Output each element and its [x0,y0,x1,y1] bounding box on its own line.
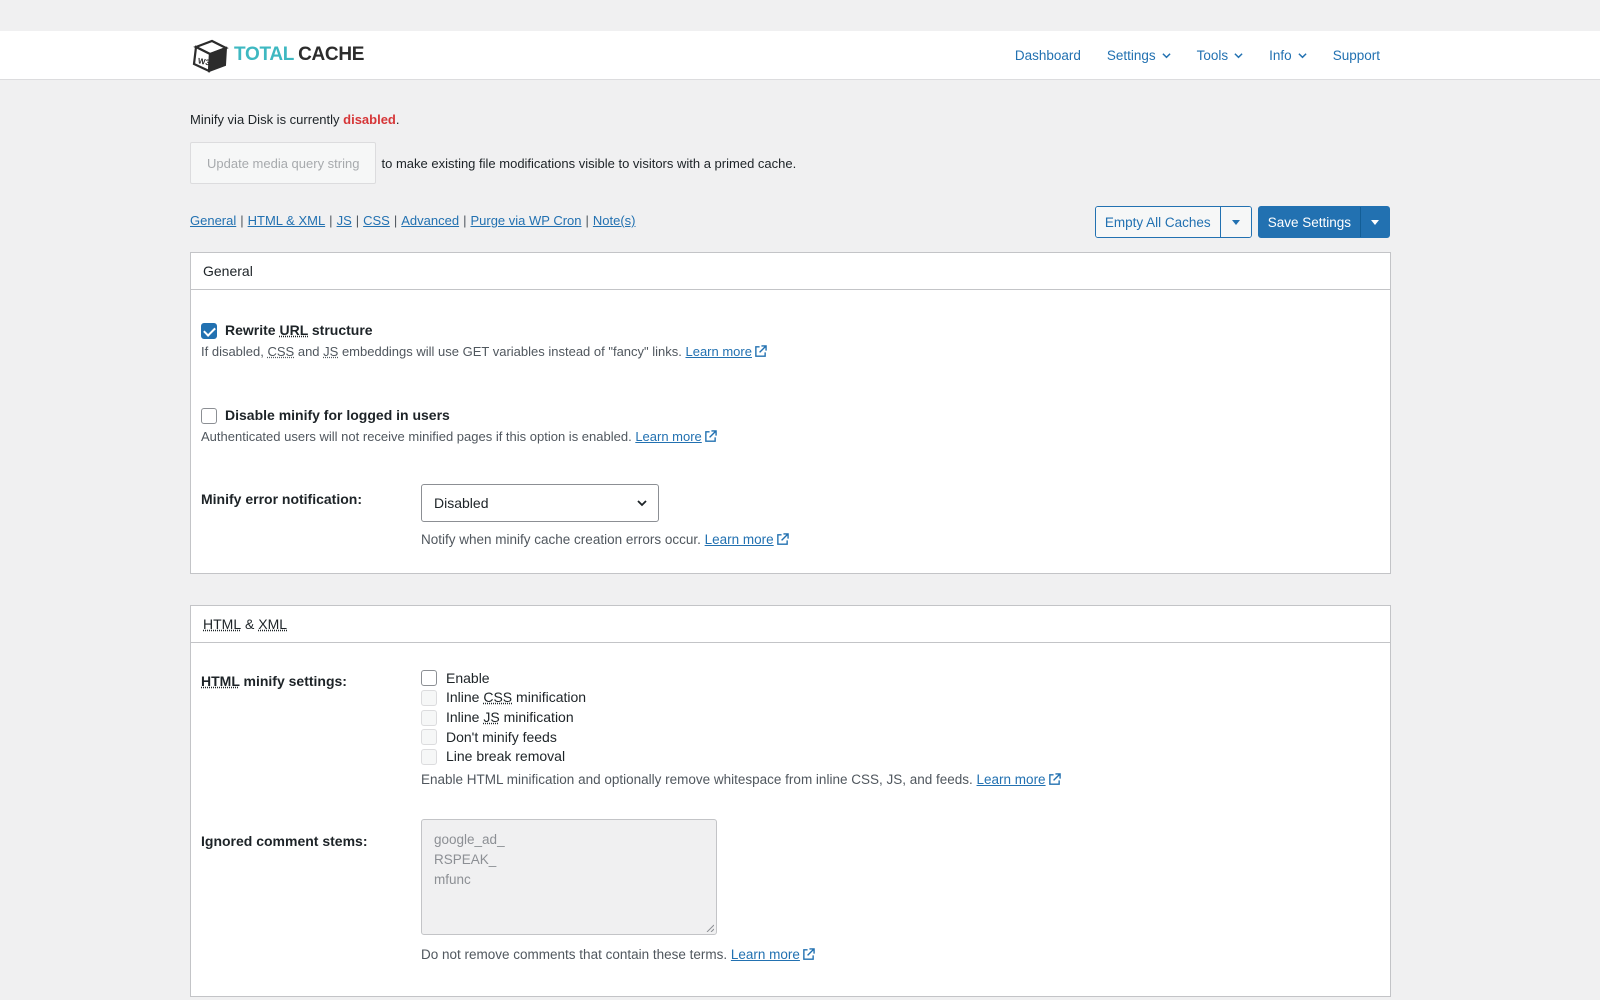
html-minify-learn-more-link[interactable]: Learn more [977,772,1046,787]
ignored-comment-stems-textarea[interactable]: google_ad_ RSPEAK_ mfunc [421,819,717,935]
status-badge: disabled [343,112,396,127]
nav-settings-label: Settings [1106,47,1156,63]
error-notification-description: Notify when minify cache creation errors… [421,532,789,547]
caret-down-icon [1371,219,1379,225]
anchor-css[interactable]: CSS [363,213,390,228]
nav-dashboard-label: Dashboard [1014,47,1081,63]
general-panel-title: General [191,253,1390,290]
general-panel: General Rewrite URL structure If disable… [190,252,1391,574]
error-notification-select[interactable]: Disabled [421,484,659,522]
nav-support-label: Support [1332,47,1380,63]
disable-minify-logged-in-label: Disable minify for logged in users [225,407,450,423]
ignored-stem-line: google_ad_ [434,832,505,847]
rewrite-url-label: Rewrite URL structure [225,322,373,338]
resize-handle-icon[interactable] [706,924,714,932]
external-link-icon [803,948,815,960]
w3-total-cache-logo[interactable]: W3 TOTAL CACHE [190,35,364,75]
ignored-stems-learn-more-link[interactable]: Learn more [731,947,800,962]
save-settings-button[interactable]: Save Settings [1259,207,1361,237]
cube-logo-icon: W3 [192,39,229,73]
external-link-icon [755,345,767,357]
top-nav: Dashboard Settings Tools Info Support [1015,31,1380,79]
chevron-down-icon [1162,52,1171,58]
error-notification-value: Disabled [434,495,489,511]
rewrite-url-description: If disabled, CSS and JS embeddings will … [201,344,767,359]
nav-dashboard[interactable]: Dashboard [1015,48,1081,63]
external-link-icon [704,430,717,442]
action-buttons: Empty All Caches Save Settings [1094,206,1390,238]
ignored-stem-line: mfunc [434,872,471,887]
rewrite-learn-more-link[interactable]: Learn more [685,344,751,359]
ignored-comment-stems-label: Ignored comment stems: [201,833,368,849]
update-media-query-button[interactable]: Update media query string [190,142,377,184]
anchor-general[interactable]: General [190,213,236,228]
line-break-removal-label: Line break removal [446,748,566,764]
line-break-removal-checkbox[interactable] [421,749,437,765]
inline-js-label: Inline JS minification [446,709,574,725]
chevron-down-icon [1298,52,1307,58]
html-xml-panel: HTML & XML HTML minify settings: Enable … [190,605,1391,997]
anchor-notes[interactable]: Note(s) [593,213,636,228]
section-anchors: General | HTML & XML | JS | CSS | Advanced | Purge… [190,213,636,228]
top-header: W3 TOTAL CACHE Dashboard Settings Tools I… [0,31,1600,80]
empty-caches-dropdown-toggle[interactable] [1220,207,1251,237]
anchor-js[interactable]: JS [337,213,352,228]
html-minify-settings-label: HTML minify settings: [201,673,347,689]
minify-status: Minify via Disk is currently disabled. [190,112,400,127]
chevron-down-icon [1234,52,1243,58]
nav-info[interactable]: Info [1269,48,1307,63]
anchor-advanced[interactable]: Advanced [401,213,459,228]
inline-css-label: Inline CSS minification [446,689,587,705]
save-settings-dropdown-toggle[interactable] [1361,207,1389,237]
error-notification-label: Minify error notification: [201,491,362,507]
inline-css-checkbox[interactable] [421,690,437,706]
error-notification-learn-more-link[interactable]: Learn more [705,532,774,547]
dont-minify-feeds-checkbox[interactable] [421,729,437,745]
dont-minify-feeds-label: Don't minify feeds [446,729,557,745]
status-suffix: . [395,112,400,127]
empty-all-caches-button[interactable]: Empty All Caches [1095,207,1221,237]
inline-js-checkbox[interactable] [421,710,437,726]
external-link-icon [776,533,789,545]
html-enable-label: Enable [446,670,490,686]
rewrite-url-checkbox[interactable] [201,323,217,339]
empty-all-caches-split: Empty All Caches [1094,206,1252,238]
chevron-down-icon [637,500,647,507]
caret-down-icon [1231,219,1240,225]
external-link-icon [1048,773,1061,785]
save-settings-split: Save Settings [1257,206,1390,238]
logged-in-description: Authenticated users will not receive min… [201,429,717,444]
nav-tools[interactable]: Tools [1197,48,1244,63]
nav-info-label: Info [1269,47,1292,63]
logo-wordmark: TOTAL CACHE [234,44,365,65]
anchor-html-xml[interactable]: HTML & XML [248,213,326,228]
status-prefix: Minify via Disk is currently [190,112,344,127]
html-enable-checkbox[interactable] [421,670,437,686]
html-xml-panel-title: HTML & XML [191,606,1390,643]
logged-in-learn-more-link[interactable]: Learn more [635,429,701,444]
media-query-row: Update media query string to make existi… [190,142,796,184]
ignored-stems-description: Do not remove comments that contain thes… [421,947,815,962]
nav-tools-label: Tools [1196,47,1229,63]
media-query-help: to make existing file modifications visi… [381,155,797,171]
anchor-purge-wp-cron[interactable]: Purge via WP Cron [470,213,581,228]
nav-settings[interactable]: Settings [1107,48,1171,63]
disable-minify-logged-in-checkbox[interactable] [201,408,217,424]
ignored-stem-line: RSPEAK_ [434,852,497,867]
html-minify-description: Enable HTML minification and optionally … [421,772,1061,787]
nav-support[interactable]: Support [1333,48,1380,63]
